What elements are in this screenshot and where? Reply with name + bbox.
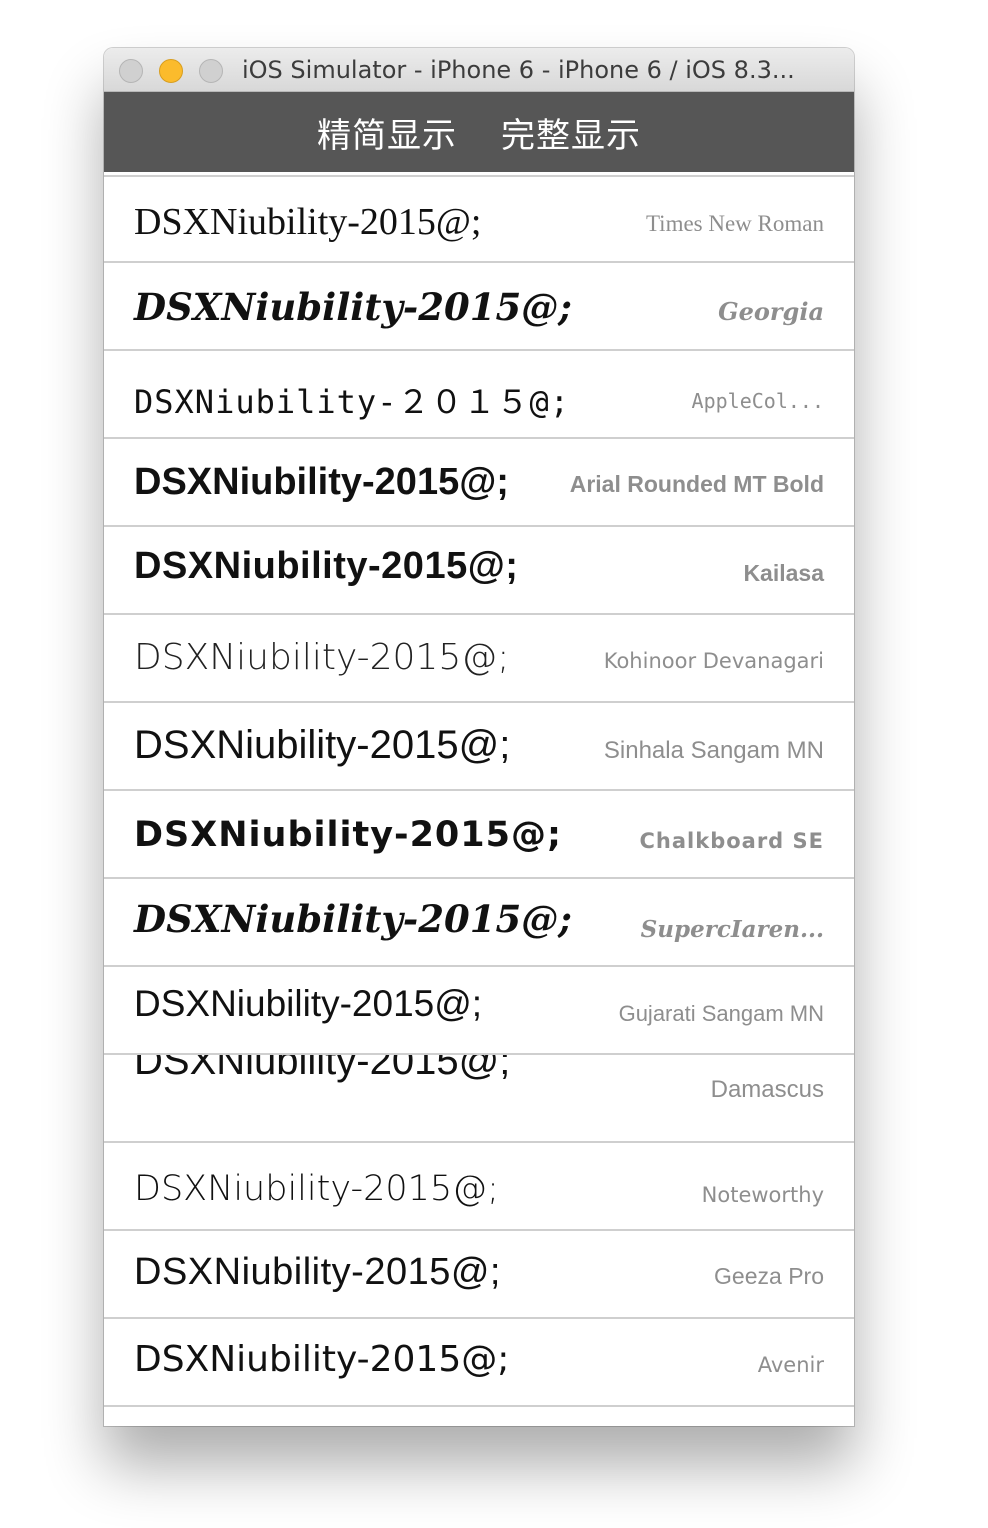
close-window-button[interactable] — [119, 59, 143, 83]
font-sample-text: DSXNiubility-2015@; — [134, 723, 511, 767]
navigation-bar: 精简显示 完整显示 — [104, 92, 854, 172]
font-sample-text: DSXNiubility-2015@; — [134, 637, 510, 678]
font-row[interactable]: DSXNiubility-２０１５@; AppleCol... — [104, 351, 854, 439]
font-sample-text: DSXNiubility-2015@; — [134, 815, 562, 855]
font-row[interactable]: DSXNiubility-2015@; Times New Roman — [104, 175, 854, 263]
minimize-window-button[interactable] — [159, 59, 183, 83]
font-row[interactable]: DSXNiubility-2015@; Arial Rounded MT Bol… — [104, 439, 854, 527]
font-row[interactable]: DSXNiubility-2015@; Chalkboard SE — [104, 791, 854, 879]
simulator-window: iOS Simulator - iPhone 6 - iPhone 6 / iO… — [104, 48, 854, 1426]
font-name-label: Chalkboard SE — [639, 829, 824, 853]
window-title: iOS Simulator - iPhone 6 - iPhone 6 / iO… — [242, 56, 795, 84]
font-sample-text: DSXNiubility-２０１５@; — [134, 383, 570, 421]
font-name-label: SupercIaren... — [640, 916, 824, 943]
zoom-window-button[interactable] — [199, 59, 223, 83]
font-row[interactable]: DSXNiubility-2015@; SupercIaren... — [104, 879, 854, 967]
tab-compact-display[interactable]: 精简显示 — [317, 108, 457, 157]
font-list[interactable]: DSXNiubility-2015@; Times New Roman DSXN… — [104, 175, 854, 1426]
font-row[interactable]: DSXNiubility-2015@; Sinhala Sangam MN — [104, 703, 854, 791]
font-name-label: Gujarati Sangam MN — [618, 1001, 824, 1026]
font-row[interactable] — [104, 1407, 854, 1426]
tab-full-display[interactable]: 完整显示 — [501, 108, 641, 157]
font-name-label: Georgia — [718, 297, 824, 326]
font-name-label: Geeza Pro — [714, 1263, 824, 1289]
font-row[interactable]: DSXNiubility-2015@; Kohinoor Devanagari — [104, 615, 854, 703]
font-row[interactable]: DSXNiubility-2015@; Noteworthy — [104, 1143, 854, 1231]
font-name-label: Arial Rounded MT Bold — [569, 471, 824, 497]
font-row[interactable]: DSXNiubility-2015@; Damascus — [104, 1055, 854, 1143]
font-name-label: Avenir — [757, 1353, 824, 1377]
font-name-label: AppleCol... — [691, 389, 824, 413]
font-name-label: Times New Roman — [645, 211, 824, 236]
font-sample-text: DSXNiubility-2015@; — [134, 1339, 510, 1380]
font-row[interactable]: DSXNiubility-2015@; Avenir — [104, 1319, 854, 1407]
font-row[interactable]: DSXNiubility-2015@; Geeza Pro — [104, 1231, 854, 1319]
window-titlebar[interactable]: iOS Simulator - iPhone 6 - iPhone 6 / iO… — [104, 48, 854, 92]
font-row[interactable]: DSXNiubility-2015@; Gujarati Sangam MN — [104, 967, 854, 1055]
font-name-label: Sinhala Sangam MN — [603, 737, 824, 764]
font-sample-text: DSXNiubility-2015@; — [134, 201, 482, 243]
font-sample-text: DSXNiubility-2015@; — [134, 285, 572, 329]
font-sample-text: DSXNiubility-2015@; — [134, 1251, 501, 1293]
font-sample-text: DSXNiubility-2015@; — [134, 1055, 511, 1083]
font-name-label: Noteworthy — [701, 1183, 824, 1207]
font-sample-text: DSXNiubility-2015@; — [134, 545, 519, 587]
font-sample-text: DSXNiubility-2015@; — [134, 1169, 499, 1209]
font-row[interactable]: DSXNiubility-2015@; Kailasa — [104, 527, 854, 615]
font-row[interactable]: DSXNiubility-2015@; Georgia — [104, 263, 854, 351]
font-sample-text: DSXNiubility-2015@; — [134, 461, 509, 503]
font-name-label: Kohinoor Devanagari — [603, 649, 824, 673]
font-name-label: Kailasa — [743, 560, 824, 586]
font-sample-text: DSXNiubility-2015@; — [134, 983, 483, 1024]
font-sample-text: DSXNiubility-2015@; — [134, 897, 572, 941]
font-name-label: Damascus — [710, 1076, 824, 1103]
